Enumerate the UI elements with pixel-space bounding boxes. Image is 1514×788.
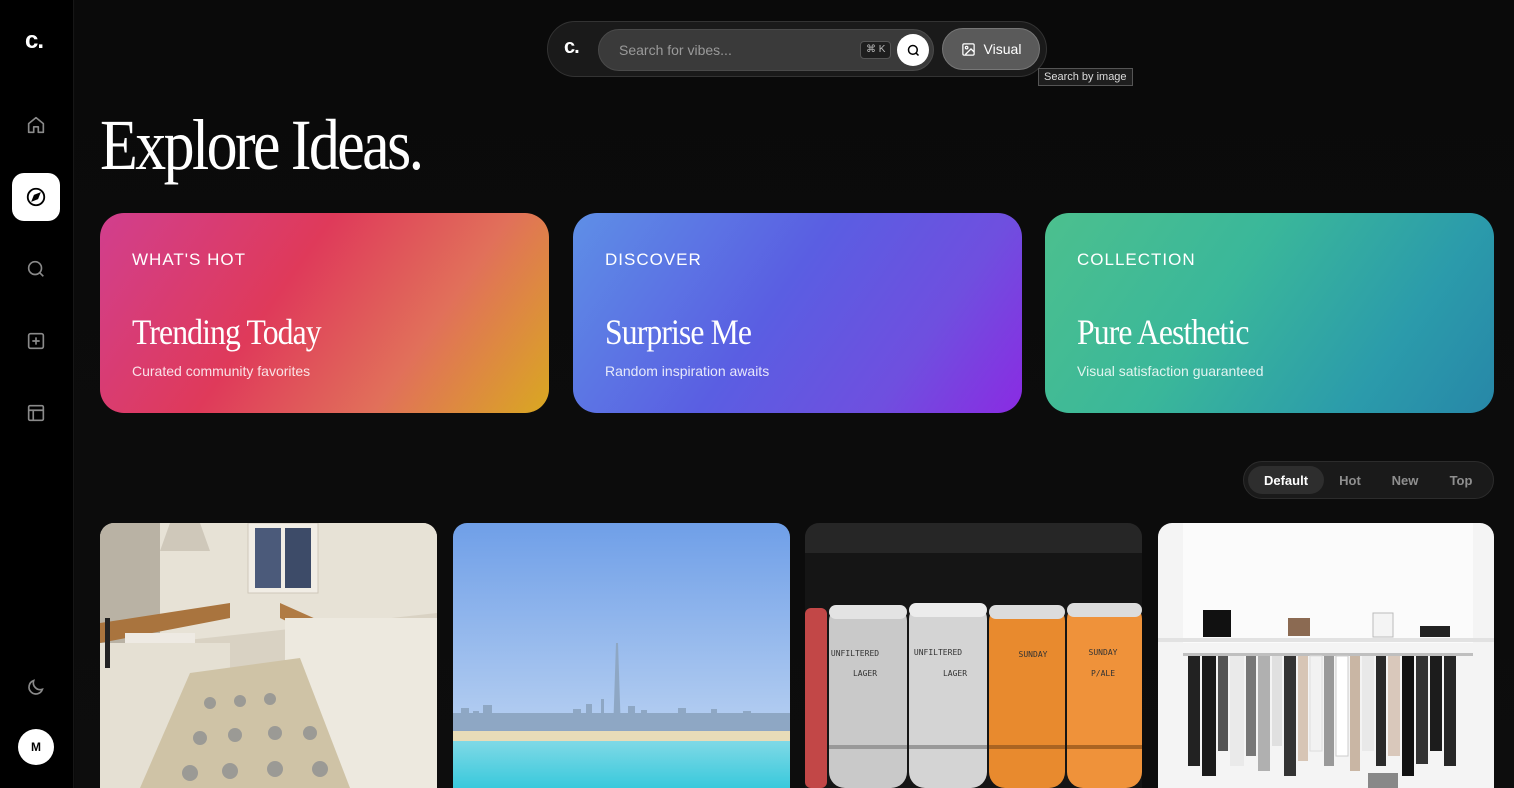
sidebar-item-home[interactable]	[12, 101, 60, 149]
theme-toggle[interactable]	[12, 663, 60, 711]
tab-default[interactable]: Default	[1248, 466, 1324, 494]
can-label: SUNDAY	[1089, 648, 1118, 657]
avatar[interactable]: M	[18, 729, 54, 765]
card-collection[interactable]: COLLECTION Pure Aesthetic Visual satisfa…	[1045, 213, 1494, 413]
sort-tabs: Default Hot New Top	[1243, 461, 1494, 499]
city-skyline-image	[453, 523, 790, 788]
plus-square-icon	[27, 332, 45, 350]
can-label: LAGER	[853, 669, 877, 678]
card-subtitle: Curated community favorites	[132, 363, 311, 379]
can-label: LAGER	[943, 669, 967, 678]
card-discover[interactable]: DISCOVER Surprise Me Random inspiration …	[573, 213, 1022, 413]
sidebar-item-create[interactable]	[12, 317, 60, 365]
tab-hot[interactable]: Hot	[1324, 466, 1376, 494]
tab-top[interactable]: Top	[1434, 466, 1488, 494]
search-submit-button[interactable]	[897, 34, 929, 66]
main-content: c. ⌘ K Visual Search by image Explore Id…	[75, 0, 1514, 788]
image-tile-skyline[interactable]	[453, 523, 790, 788]
search-logo: c.	[564, 36, 580, 58]
card-title: Pure Aesthetic	[1077, 312, 1249, 352]
image-tile-cans[interactable]: UNFILTERED LAGER UNFILTERED LAGER SUNDAY…	[805, 523, 1142, 788]
home-icon	[27, 116, 45, 134]
can-label: P/ALE	[1091, 669, 1115, 678]
moon-icon	[28, 679, 44, 695]
search-field: ⌘ K	[598, 29, 934, 71]
kitchen-image	[100, 523, 437, 788]
image-tile-kitchen[interactable]	[100, 523, 437, 788]
card-whats-hot[interactable]: WHAT'S HOT Trending Today Curated commun…	[100, 213, 549, 413]
layout-icon	[27, 404, 45, 422]
sidebar-item-search[interactable]	[12, 245, 60, 293]
image-tile-wardrobe[interactable]	[1158, 523, 1494, 788]
compass-icon	[26, 187, 46, 207]
wardrobe-image	[1158, 523, 1494, 788]
card-eyebrow: DISCOVER	[605, 250, 702, 269]
tab-new[interactable]: New	[1378, 466, 1432, 494]
search-bar: c. ⌘ K Visual	[547, 21, 1047, 77]
can-label: UNFILTERED	[831, 649, 879, 658]
card-title: Surprise Me	[605, 312, 752, 352]
card-subtitle: Random inspiration awaits	[605, 363, 770, 379]
search-input[interactable]	[619, 30, 849, 70]
beer-cans-image: UNFILTERED LAGER UNFILTERED LAGER SUNDAY…	[805, 523, 1142, 788]
card-subtitle: Visual satisfaction guaranteed	[1077, 363, 1264, 379]
visual-label: Visual	[983, 41, 1022, 57]
search-icon	[907, 44, 919, 56]
search-icon	[27, 260, 44, 277]
app-logo[interactable]: c.	[25, 27, 44, 55]
card-eyebrow: COLLECTION	[1077, 250, 1196, 269]
shortcut-badge: ⌘ K	[860, 41, 892, 59]
sidebar: c. M	[0, 0, 74, 788]
visual-search-button[interactable]: Visual	[942, 28, 1040, 70]
can-label: UNFILTERED	[914, 648, 962, 657]
can-label: SUNDAY	[1019, 650, 1048, 659]
sidebar-item-explore[interactable]	[12, 173, 60, 221]
card-eyebrow: WHAT'S HOT	[132, 250, 246, 269]
tooltip: Search by image	[1038, 68, 1133, 86]
card-title: Trending Today	[132, 312, 322, 352]
image-icon	[961, 42, 975, 56]
sidebar-item-boards[interactable]	[12, 389, 60, 437]
page-title: Explore Ideas.	[100, 105, 424, 185]
